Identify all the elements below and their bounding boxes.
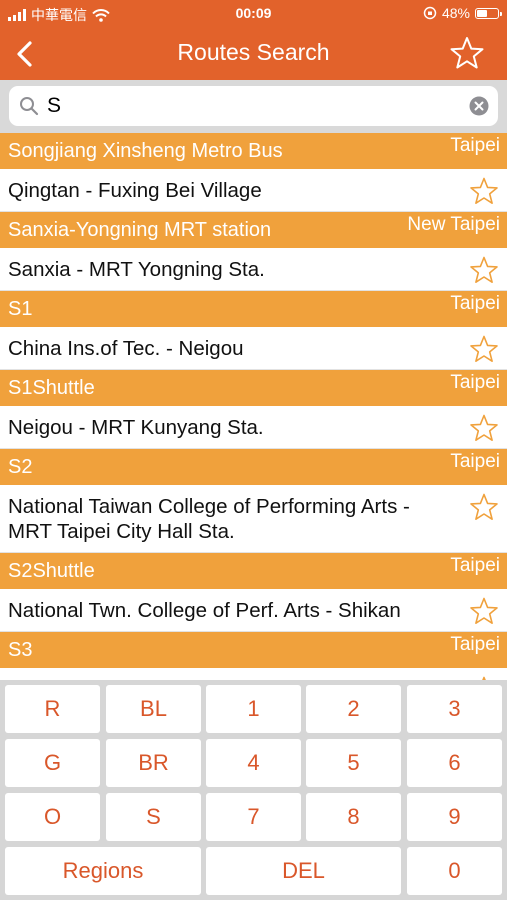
route-row[interactable]: Qingtan - Fuxing Bei Village bbox=[0, 169, 507, 212]
route-row[interactable]: National Twn. College of Perf. Arts - Sh… bbox=[0, 589, 507, 632]
regions-key[interactable]: Regions bbox=[5, 847, 201, 895]
route-description: National Taiwan College of Performing Ar… bbox=[8, 495, 410, 543]
route-name: Songjiang Xinsheng Metro Bus bbox=[8, 140, 283, 162]
route-name: S2 bbox=[8, 456, 33, 478]
route-header: S3 Taipei bbox=[0, 632, 507, 668]
clear-icon[interactable] bbox=[469, 96, 489, 116]
route-header: Sanxia-Yongning MRT station New Taipei bbox=[0, 212, 507, 248]
battery-icon bbox=[475, 7, 502, 19]
key-9[interactable]: 9 bbox=[407, 793, 502, 841]
route-keypad: R BL 1 2 3 G BR 4 5 6 O S 7 8 9 Regions … bbox=[0, 680, 507, 900]
key-0[interactable]: 0 bbox=[407, 847, 502, 895]
key-1[interactable]: 1 bbox=[206, 685, 301, 733]
key-r[interactable]: R bbox=[5, 685, 100, 733]
star-icon[interactable] bbox=[469, 256, 499, 286]
route-description: Qingtan - Fuxing Bei Village bbox=[8, 179, 262, 202]
key-6[interactable]: 6 bbox=[407, 739, 502, 787]
key-5[interactable]: 5 bbox=[306, 739, 401, 787]
orientation-lock-icon bbox=[423, 6, 437, 20]
route-header: S2 Taipei bbox=[0, 449, 507, 485]
star-icon[interactable] bbox=[469, 414, 499, 444]
favorites-star-icon[interactable] bbox=[449, 36, 485, 72]
search-input[interactable] bbox=[47, 92, 467, 120]
star-icon[interactable] bbox=[469, 335, 499, 365]
route-region: New Taipei bbox=[407, 214, 500, 235]
star-icon[interactable] bbox=[469, 493, 499, 523]
page-title: Routes Search bbox=[177, 39, 330, 65]
search-bar bbox=[0, 80, 507, 133]
route-region: Taipei bbox=[450, 135, 500, 156]
search-box bbox=[9, 86, 498, 126]
route-name: S2Shuttle bbox=[8, 560, 95, 582]
route-description: MRT Kunyang Sta. - Sulin Lane Village bbox=[0, 668, 507, 680]
key-2[interactable]: 2 bbox=[306, 685, 401, 733]
nav-bar: Routes Search bbox=[0, 28, 507, 80]
route-name: Sanxia-Yongning MRT station bbox=[8, 219, 272, 241]
key-8[interactable]: 8 bbox=[306, 793, 401, 841]
route-region: Taipei bbox=[450, 372, 500, 393]
key-g[interactable]: G bbox=[5, 739, 100, 787]
delete-key[interactable]: DEL bbox=[206, 847, 401, 895]
route-name: S1Shuttle bbox=[8, 377, 95, 399]
route-list[interactable]: Songjiang Xinsheng Metro Bus Taipei Qing… bbox=[0, 133, 507, 680]
route-description: National Twn. College of Perf. Arts - Sh… bbox=[8, 599, 401, 622]
key-7[interactable]: 7 bbox=[206, 793, 301, 841]
route-name: S1 bbox=[8, 298, 33, 320]
route-row[interactable]: Neigou - MRT Kunyang Sta. bbox=[0, 406, 507, 449]
route-region: Taipei bbox=[450, 451, 500, 472]
route-row[interactable]: MRT Kunyang Sta. - Sulin Lane Village bbox=[0, 668, 507, 680]
battery-percent: 48% bbox=[441, 5, 470, 21]
route-header: S1Shuttle Taipei bbox=[0, 370, 507, 406]
key-o[interactable]: O bbox=[5, 793, 100, 841]
route-description: Sanxia - MRT Yongning Sta. bbox=[8, 258, 265, 281]
key-br[interactable]: BR bbox=[106, 739, 201, 787]
route-region: Taipei bbox=[450, 555, 500, 576]
status-bar: 中華電信 00:09 48% bbox=[0, 0, 507, 28]
route-name: S3 bbox=[8, 639, 33, 661]
star-icon[interactable] bbox=[469, 597, 499, 627]
route-header: Songjiang Xinsheng Metro Bus Taipei bbox=[0, 133, 507, 169]
key-s[interactable]: S bbox=[106, 793, 201, 841]
route-region: Taipei bbox=[450, 293, 500, 314]
route-header: S1 Taipei bbox=[0, 291, 507, 327]
route-description: Neigou - MRT Kunyang Sta. bbox=[8, 416, 264, 439]
key-4[interactable]: 4 bbox=[206, 739, 301, 787]
key-3[interactable]: 3 bbox=[407, 685, 502, 733]
star-icon[interactable] bbox=[469, 177, 499, 207]
route-region: Taipei bbox=[450, 634, 500, 655]
route-description: China Ins.of Tec. - Neigou bbox=[8, 337, 244, 360]
route-header: S2Shuttle Taipei bbox=[0, 553, 507, 589]
search-icon bbox=[20, 97, 39, 116]
key-bl[interactable]: BL bbox=[106, 685, 201, 733]
route-row[interactable]: Sanxia - MRT Yongning Sta. bbox=[0, 248, 507, 291]
route-row[interactable]: China Ins.of Tec. - Neigou bbox=[0, 327, 507, 370]
route-row[interactable]: National Taiwan College of Performing Ar… bbox=[0, 485, 507, 553]
